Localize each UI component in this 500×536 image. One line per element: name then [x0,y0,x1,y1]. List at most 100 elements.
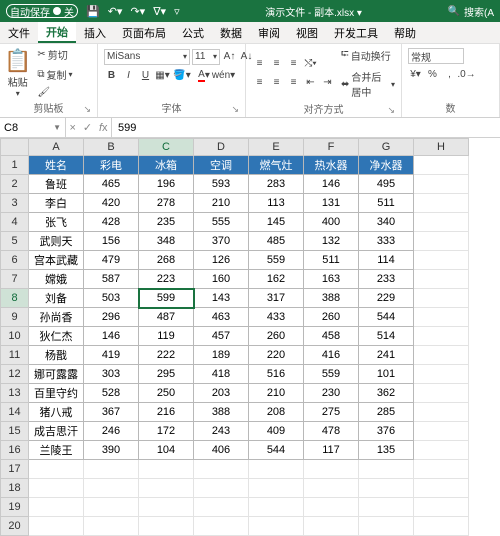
cell-D15[interactable]: 243 [194,422,249,441]
row-header-14[interactable]: 14 [1,403,29,422]
cell-B13[interactable]: 528 [84,384,139,403]
cell-E13[interactable]: 210 [249,384,304,403]
cell-D4[interactable]: 555 [194,213,249,232]
cell-F15[interactable]: 478 [304,422,359,441]
cell-A18[interactable] [29,479,84,498]
tab-审阅[interactable]: 审阅 [250,22,288,43]
cell-A4[interactable]: 张飞 [29,213,84,232]
cell-D7[interactable]: 160 [194,270,249,289]
format-painter-button[interactable]: 🖌 [35,86,74,99]
cell-D9[interactable]: 463 [194,308,249,327]
cell-D8[interactable]: 143 [194,289,249,308]
cell-C8[interactable]: 599 [139,289,194,308]
cell-B18[interactable] [84,479,139,498]
tab-开始[interactable]: 开始 [38,22,76,43]
cell-F13[interactable]: 230 [304,384,359,403]
row-header-11[interactable]: 11 [1,346,29,365]
row-header-13[interactable]: 13 [1,384,29,403]
italic-icon[interactable]: I [121,68,136,83]
tab-公式[interactable]: 公式 [174,22,212,43]
cell-A7[interactable]: 嫦娥 [29,270,84,289]
tab-帮助[interactable]: 帮助 [386,22,424,43]
align-middle-icon[interactable]: ≡ [269,56,284,71]
cell-A13[interactable]: 百里守约 [29,384,84,403]
wrap-text-button[interactable]: ⮓自动换行 [339,46,397,65]
cell-F14[interactable]: 275 [304,403,359,422]
cell-F10[interactable]: 458 [304,327,359,346]
cell-B3[interactable]: 420 [84,194,139,213]
cell-F3[interactable]: 131 [304,194,359,213]
cell[interactable] [414,308,469,327]
cell-D18[interactable] [194,479,249,498]
cell-C18[interactable] [139,479,194,498]
header-cell[interactable]: 冰箱 [139,156,194,175]
cell-A17[interactable] [29,460,84,479]
cell[interactable] [414,156,469,175]
cell-B19[interactable] [84,498,139,517]
border-icon[interactable]: ▦▾ [155,68,170,83]
increase-decimal-icon[interactable]: .0→ [459,67,474,82]
row-header-17[interactable]: 17 [1,460,29,479]
cell-H19[interactable] [414,498,469,517]
cell-E12[interactable]: 516 [249,365,304,384]
header-cell[interactable]: 彩电 [84,156,139,175]
tab-开发工具[interactable]: 开发工具 [326,22,386,43]
align-top-icon[interactable]: ≡ [252,56,267,71]
cell-A15[interactable]: 成吉思汗 [29,422,84,441]
cell-E5[interactable]: 485 [249,232,304,251]
cell[interactable] [414,384,469,403]
indent-increase-icon[interactable]: ⇥ [320,75,335,90]
percent-icon[interactable]: % [425,67,440,82]
cell-C20[interactable] [139,517,194,536]
cell-D20[interactable] [194,517,249,536]
cell-E4[interactable]: 145 [249,213,304,232]
align-bottom-icon[interactable]: ≡ [286,56,301,71]
cancel-icon[interactable]: × [69,122,75,134]
undo-icon[interactable]: ↶▾ [108,5,123,18]
cell-D6[interactable]: 126 [194,251,249,270]
row-header-3[interactable]: 3 [1,194,29,213]
cell[interactable] [414,422,469,441]
cell-C7[interactable]: 223 [139,270,194,289]
indent-decrease-icon[interactable]: ⇤ [303,75,318,90]
formula-input[interactable]: 599 [112,118,500,137]
row-header-12[interactable]: 12 [1,365,29,384]
cell-E16[interactable]: 544 [249,441,304,460]
cell-G17[interactable] [359,460,414,479]
cell-E8[interactable]: 317 [249,289,304,308]
cell-G19[interactable] [359,498,414,517]
header-cell[interactable]: 姓名 [29,156,84,175]
cell-A3[interactable]: 李白 [29,194,84,213]
cell[interactable] [414,289,469,308]
cell-C14[interactable]: 216 [139,403,194,422]
cell-F11[interactable]: 416 [304,346,359,365]
copy-button[interactable]: ⧉复制▾ [35,66,74,83]
cell-E7[interactable]: 162 [249,270,304,289]
orientation-icon[interactable]: ⤭▾ [303,56,318,71]
cell[interactable] [414,346,469,365]
cell-B5[interactable]: 156 [84,232,139,251]
font-name-select[interactable]: MiSans▾ [104,49,190,65]
cell-G7[interactable]: 233 [359,270,414,289]
cell-H17[interactable] [414,460,469,479]
cell-F12[interactable]: 559 [304,365,359,384]
cell-C5[interactable]: 348 [139,232,194,251]
autosave-toggle[interactable]: 自动保存 关 [6,4,78,18]
cell-B8[interactable]: 503 [84,289,139,308]
row-header-15[interactable]: 15 [1,422,29,441]
clipboard-launcher-icon[interactable]: ↘ [4,104,93,115]
cell-C19[interactable] [139,498,194,517]
cell-F18[interactable] [304,479,359,498]
cell[interactable] [414,251,469,270]
cell[interactable] [414,441,469,460]
cell[interactable] [414,403,469,422]
cell-F8[interactable]: 388 [304,289,359,308]
cell-F4[interactable]: 400 [304,213,359,232]
cell-B17[interactable] [84,460,139,479]
redo-icon[interactable]: ↷▾ [130,5,145,18]
cell-F5[interactable]: 132 [304,232,359,251]
cell-A8[interactable]: 刘备 [29,289,84,308]
row-header-16[interactable]: 16 [1,441,29,460]
number-format-select[interactable]: 常规 [408,48,464,64]
underline-icon[interactable]: U [138,68,153,83]
